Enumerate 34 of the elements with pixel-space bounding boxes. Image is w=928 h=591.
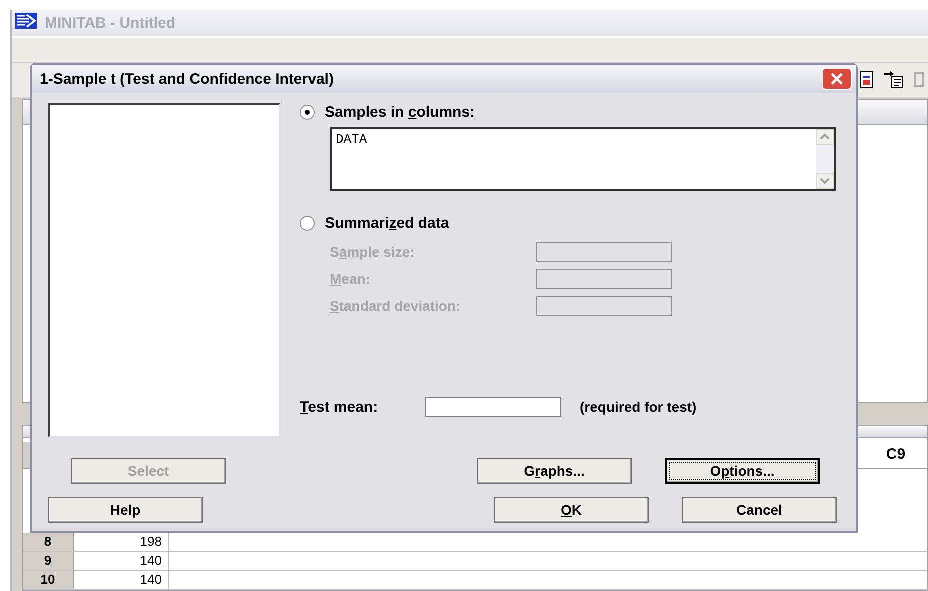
variable-list[interactable] <box>48 103 281 438</box>
field-label: Standard deviation: <box>330 298 462 314</box>
dialog-button[interactable]: Options... <box>665 458 820 484</box>
dialog-title: 1-Sample t (Test and Confidence Interval) <box>40 70 334 88</box>
radio-label: Summarized data <box>325 214 450 232</box>
field-label: Test mean: <box>300 398 380 416</box>
scroll-down-icon[interactable] <box>816 173 834 189</box>
close-button[interactable] <box>822 68 852 90</box>
close-icon <box>830 72 844 86</box>
field-note: (required for test) <box>580 399 697 415</box>
scroll-bar[interactable] <box>816 129 834 189</box>
document-icon[interactable] <box>860 71 874 89</box>
radio-button[interactable] <box>300 216 315 230</box>
radio-label: Samples in columns: <box>325 104 476 120</box>
scroll-up-icon[interactable] <box>816 129 834 145</box>
dialog-button[interactable]: Graphs... <box>477 458 632 484</box>
field-label: Sample size: <box>330 244 416 260</box>
arrow-document-icon[interactable] <box>884 71 904 89</box>
row-number: 8 <box>23 533 74 551</box>
radio-button[interactable] <box>300 104 315 120</box>
input-field[interactable] <box>425 397 561 417</box>
table-cell: 140 <box>74 552 169 570</box>
app-title: MINITAB - Untitled <box>45 14 176 32</box>
field-value: DATA <box>335 131 368 149</box>
app-logo-icon <box>15 13 37 29</box>
field-label: Mean: <box>330 271 372 287</box>
columns-field[interactable]: DATA <box>330 127 836 191</box>
table-cell: 140 <box>74 571 169 589</box>
row-number: 9 <box>23 552 74 570</box>
dialog-button[interactable]: OK <box>494 497 649 523</box>
toolbar-icon[interactable] <box>914 71 924 89</box>
dialog-button[interactable]: Help <box>48 497 203 523</box>
row-number: 10 <box>23 571 74 589</box>
dialog-button[interactable]: Cancel <box>682 497 837 523</box>
